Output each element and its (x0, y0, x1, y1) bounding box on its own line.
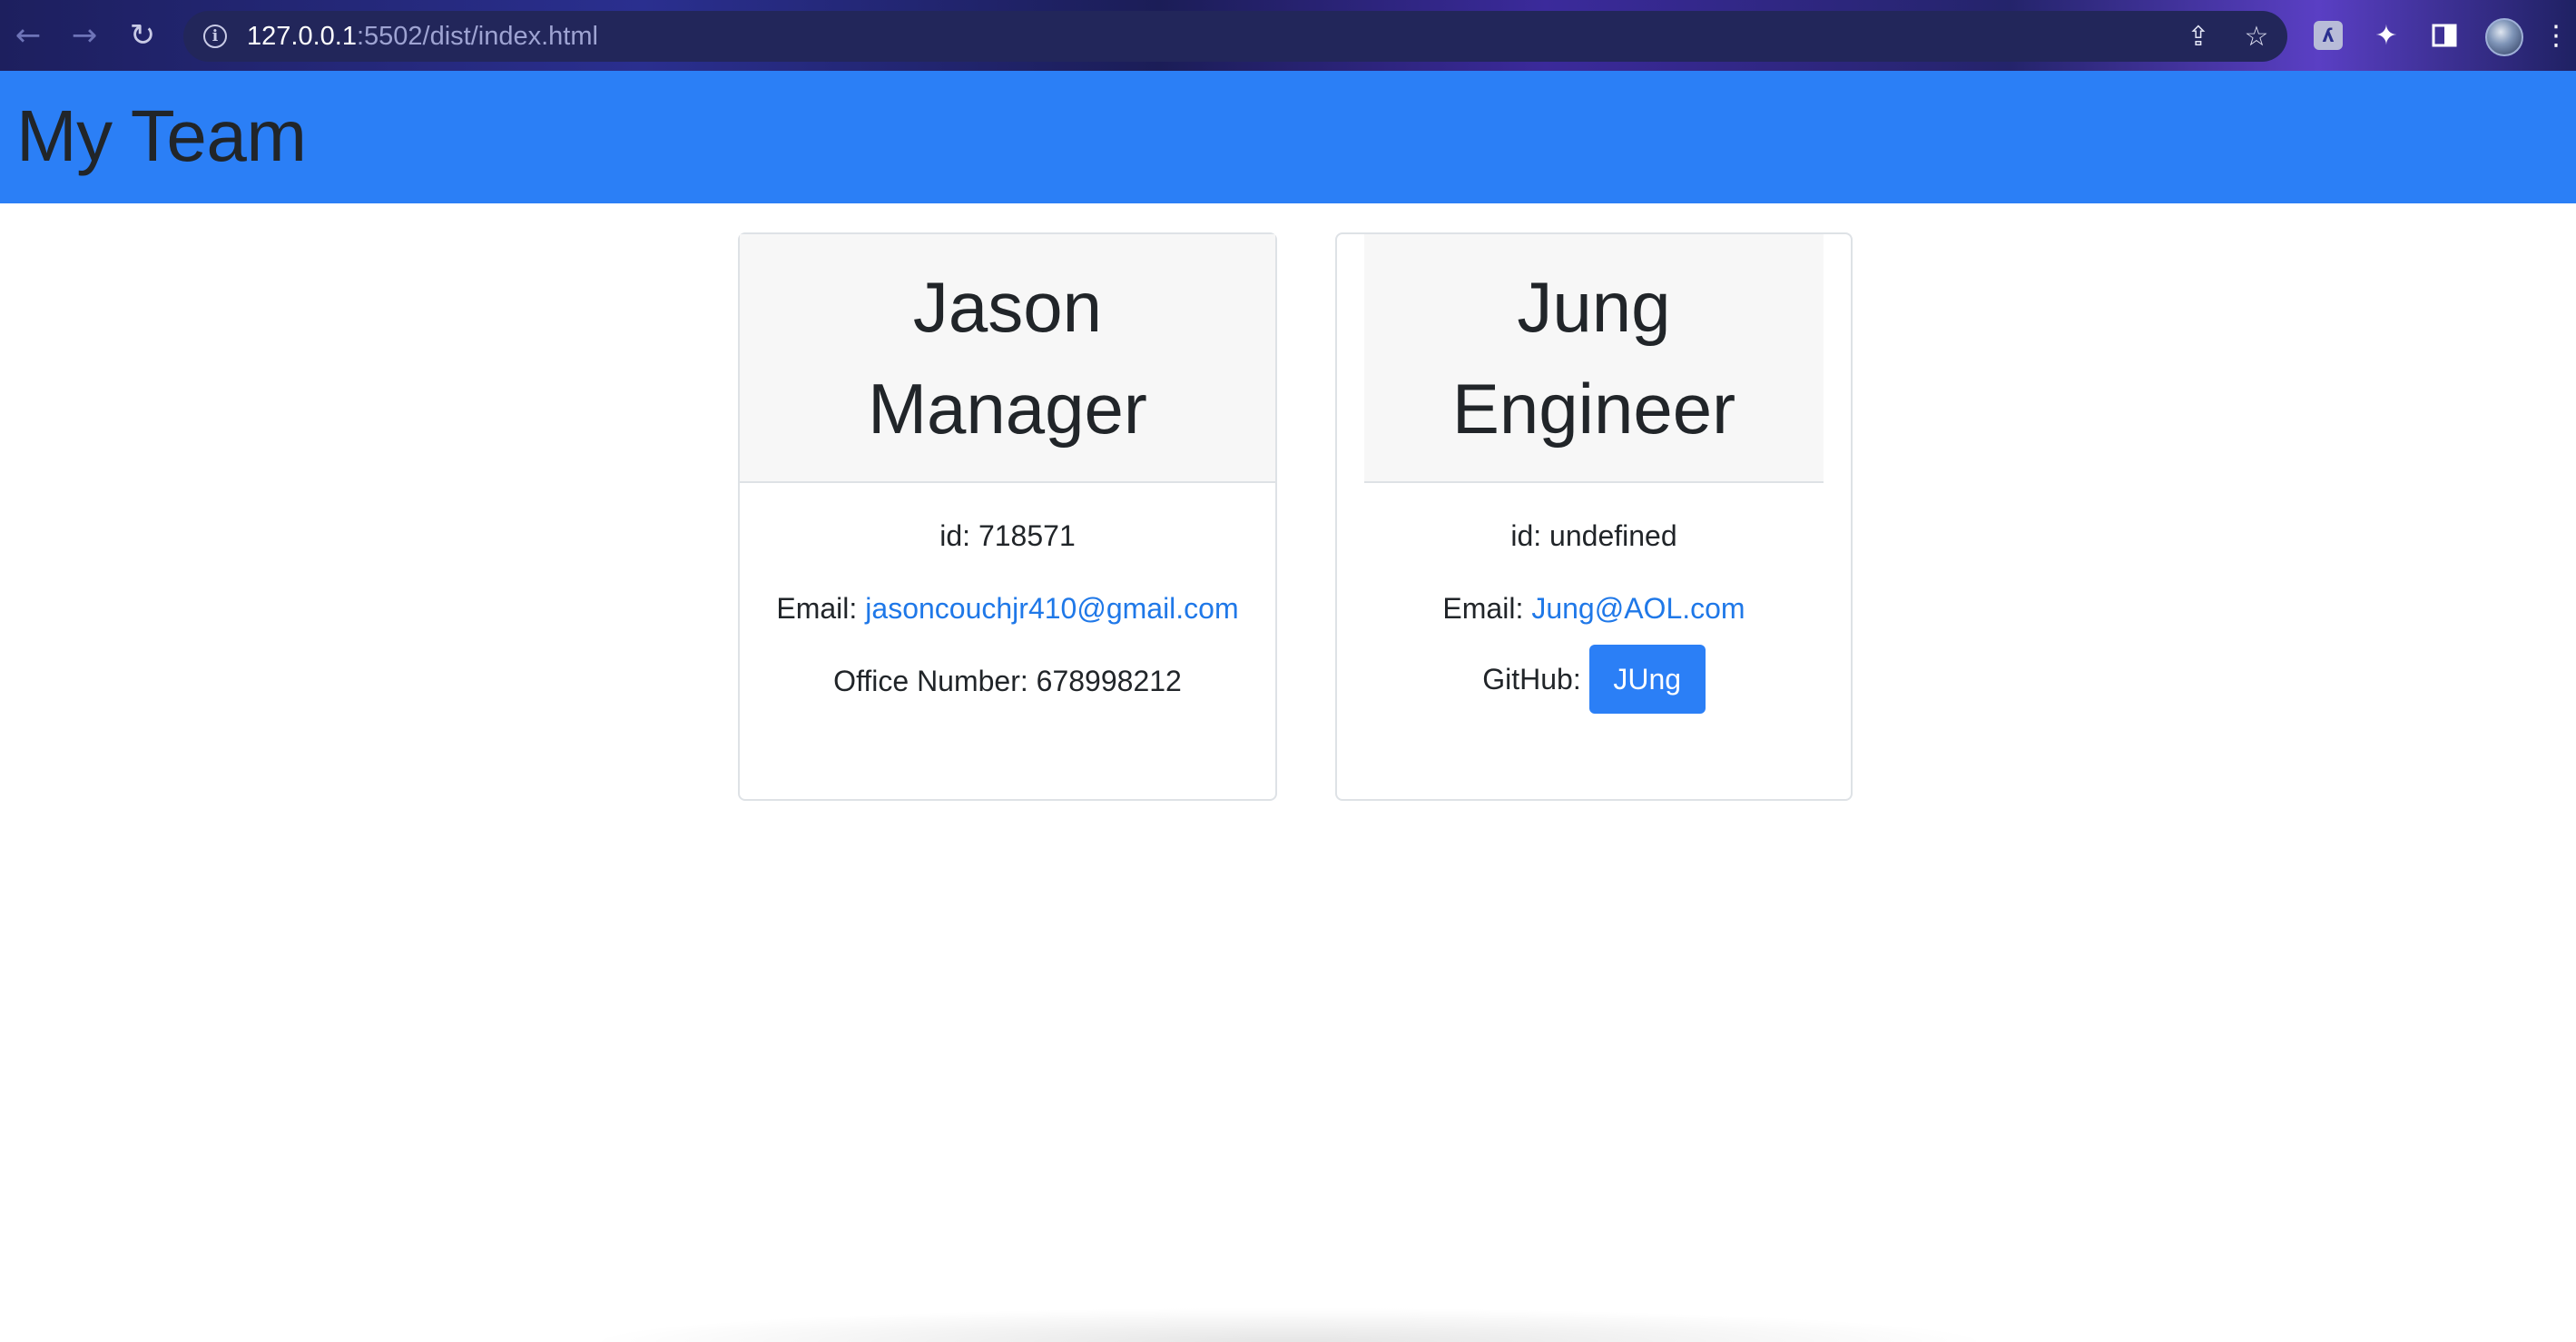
employee-card-manager: Jason Manager id: 718571 Email: jasoncou… (738, 232, 1277, 801)
id-row: id: undefined (1337, 519, 1851, 553)
email-row: Email: Jung@AOL.com (1337, 592, 1851, 626)
github-row: GitHub: JUng (1337, 645, 1851, 714)
puzzle-icon[interactable]: ✦ (2369, 18, 2404, 53)
email-label: Email: (776, 592, 858, 625)
employee-role: Manager (868, 369, 1147, 449)
kebab-menu-icon[interactable]: ⋮ (2542, 16, 2570, 54)
email-row: Email: jasoncouchjr410@gmail.com (740, 592, 1275, 626)
github-button[interactable]: JUng (1588, 645, 1706, 714)
email-link[interactable]: Jung@AOL.com (1531, 592, 1745, 626)
id-label: id: (1510, 519, 1542, 552)
share-icon[interactable]: ⇪ (2182, 20, 2215, 53)
id-value: 718571 (978, 519, 1076, 552)
office-number-label: Office Number: (833, 665, 1028, 697)
url-text[interactable]: 127.0.0.1:5502/dist/index.html (247, 22, 598, 52)
bottom-shadow (581, 1307, 1997, 1342)
back-icon[interactable]: ← (7, 15, 49, 56)
id-row: id: 718571 (740, 519, 1275, 553)
github-label: GitHub: (1482, 662, 1581, 696)
page-header: My Team (0, 71, 2576, 203)
email-link[interactable]: jasoncouchjr410@gmail.com (865, 592, 1238, 626)
url-host: 127.0.0.1 (247, 21, 357, 51)
employee-name: Jung (1517, 267, 1671, 347)
forward-icon[interactable]: → (64, 15, 105, 56)
employee-name: Jason (912, 267, 1103, 347)
url-path: :5502/dist/index.html (356, 21, 598, 51)
email-label: Email: (1442, 592, 1524, 625)
office-number-value: 678998212 (1036, 665, 1182, 697)
id-label: id: (939, 519, 971, 552)
browser-toolbar: ← → ↻ i 127.0.0.1:5502/dist/index.html ⇪… (0, 0, 2576, 71)
address-bar[interactable]: i 127.0.0.1:5502/dist/index.html ⇪ ☆ (183, 11, 2287, 62)
side-panel-icon[interactable] (2427, 18, 2462, 53)
reload-icon[interactable]: ↻ (122, 15, 163, 56)
extension-icon[interactable]: ʎ (2311, 18, 2345, 53)
office-number-row: Office Number: 678998212 (740, 665, 1275, 698)
star-icon[interactable]: ☆ (2240, 20, 2273, 53)
employee-role: Engineer (1451, 369, 1736, 449)
id-value: undefined (1549, 519, 1677, 552)
info-icon[interactable]: i (203, 25, 227, 48)
card-header: Jung Engineer (1364, 234, 1824, 483)
extension-badge: ʎ (2314, 21, 2343, 50)
side-panel-glyph (2432, 24, 2457, 47)
avatar[interactable] (2485, 18, 2523, 56)
card-header: Jason Manager (740, 234, 1275, 483)
employee-card-engineer: Jung Engineer id: undefined Email: Jung@… (1335, 232, 1853, 801)
page-title: My Team (16, 95, 307, 176)
